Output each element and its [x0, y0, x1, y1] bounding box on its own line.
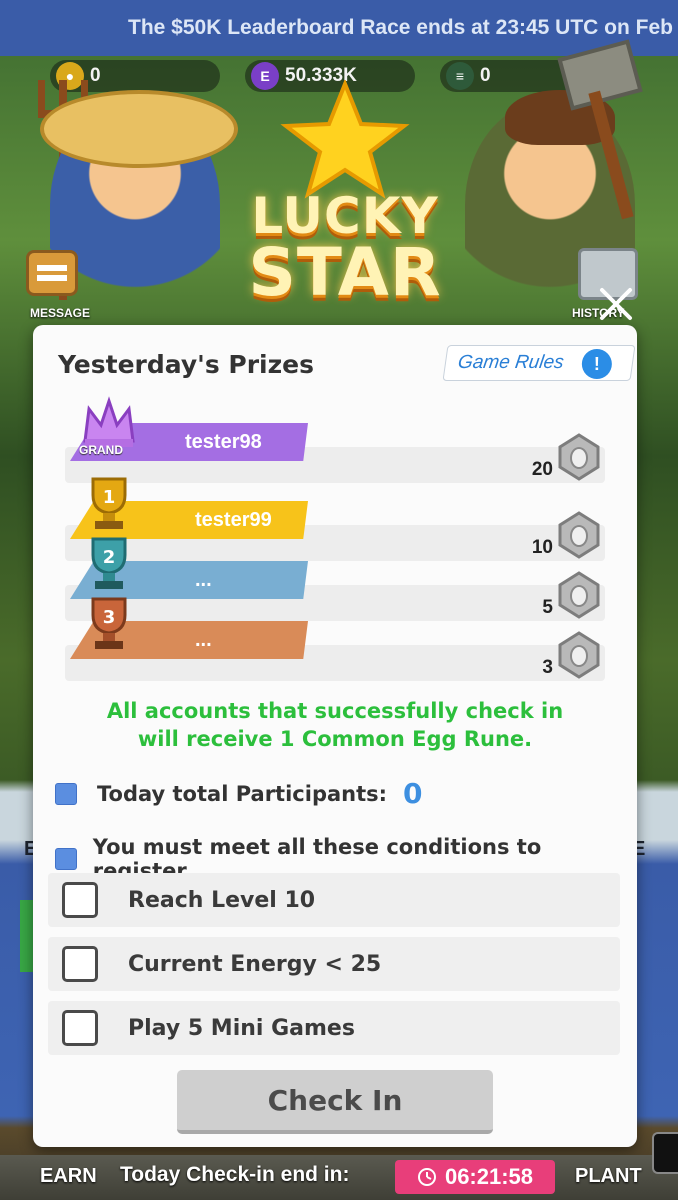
lucky-star-modal: Yesterday's Prizes Game Rules ! tester98…	[33, 325, 637, 1147]
checkin-countdown-label: Today Check-in end in:	[120, 1163, 350, 1186]
condition-row[interactable]: Reach Level 10	[48, 873, 620, 927]
game-rules-label: Game Rules	[456, 352, 566, 373]
svg-text:3: 3	[103, 607, 116, 628]
game-rules-button[interactable]: Game Rules !	[442, 345, 636, 381]
checkin-countdown-value: 06:21:58	[444, 1164, 534, 1189]
condition-checkbox[interactable]	[62, 946, 98, 982]
condition-label: Play 5 Mini Games	[128, 1015, 355, 1041]
gold-star-icon	[280, 78, 410, 200]
condition-label: Current Energy < 25	[128, 951, 382, 977]
prize-row-first: tester99 1 10	[65, 477, 605, 561]
silver-trophy-icon: 2	[91, 537, 127, 589]
message-icon[interactable]	[26, 250, 78, 296]
grand-tag: GRAND	[79, 443, 123, 457]
prizes-title: Yesterday's Prizes	[58, 350, 315, 379]
lucky-star-banner: LUCKY STAR	[10, 39, 670, 330]
prize-winner-name: tester99	[195, 508, 272, 531]
prize-row-third: ... 3 3	[65, 597, 605, 681]
prize-amount: 20	[531, 459, 553, 480]
prize-winner-name: ...	[195, 568, 212, 591]
level-tab	[20, 900, 34, 972]
reward-notice: All accounts that successfully check in …	[33, 697, 637, 753]
svg-text:2: 2	[103, 547, 116, 568]
condition-checkbox[interactable]	[62, 882, 98, 918]
message-label: MESSAGE	[30, 306, 91, 320]
svg-text:1: 1	[103, 487, 116, 508]
bullet-square-icon	[55, 848, 77, 870]
gold-trophy-icon: 1	[91, 477, 127, 529]
check-in-button[interactable]: Check In	[177, 1070, 493, 1134]
participants-count: 0	[403, 777, 423, 810]
egg-rune-icon	[558, 571, 600, 619]
egg-rune-icon	[558, 631, 600, 679]
reward-notice-line2: will receive 1 Common Egg Rune.	[137, 727, 533, 751]
prize-amount: 10	[531, 537, 553, 558]
participants-line: Today total Participants: 0	[55, 777, 423, 810]
prize-winner-name: ...	[195, 628, 212, 651]
prize-amount: 5	[542, 597, 553, 618]
close-icon	[600, 288, 632, 320]
condition-label: Reach Level 10	[128, 887, 316, 913]
egg-rune-icon	[558, 433, 600, 481]
prize-amount: 3	[542, 657, 553, 678]
checkin-countdown: 06:21:58	[395, 1160, 555, 1194]
close-button[interactable]	[594, 282, 638, 326]
prize-row-second: ... 2 5	[65, 537, 605, 621]
participants-label: Today total Participants:	[97, 781, 388, 806]
condition-row[interactable]: Current Energy < 25	[48, 937, 620, 991]
prize-winner-name: tester98	[185, 430, 262, 453]
hammer-icon	[557, 39, 643, 220]
bronze-trophy-icon: 3	[91, 597, 127, 649]
nav-earn[interactable]: EARN	[40, 1165, 97, 1188]
prize-row-grand: tester98 GRAND 20	[65, 396, 605, 483]
reward-notice-line1: All accounts that successfully check in	[106, 699, 564, 723]
bullet-square-icon	[55, 782, 77, 805]
info-icon: !	[581, 349, 612, 379]
nav-plant[interactable]: PLANT	[575, 1165, 642, 1188]
condition-row[interactable]: Play 5 Mini Games	[48, 1001, 620, 1055]
condition-checkbox[interactable]	[62, 1010, 98, 1046]
side-drawer-tab[interactable]	[652, 1132, 678, 1174]
clock-icon	[417, 1168, 436, 1186]
egg-rune-icon	[558, 511, 600, 559]
lucky-star-logo: LUCKY STAR	[248, 187, 442, 311]
